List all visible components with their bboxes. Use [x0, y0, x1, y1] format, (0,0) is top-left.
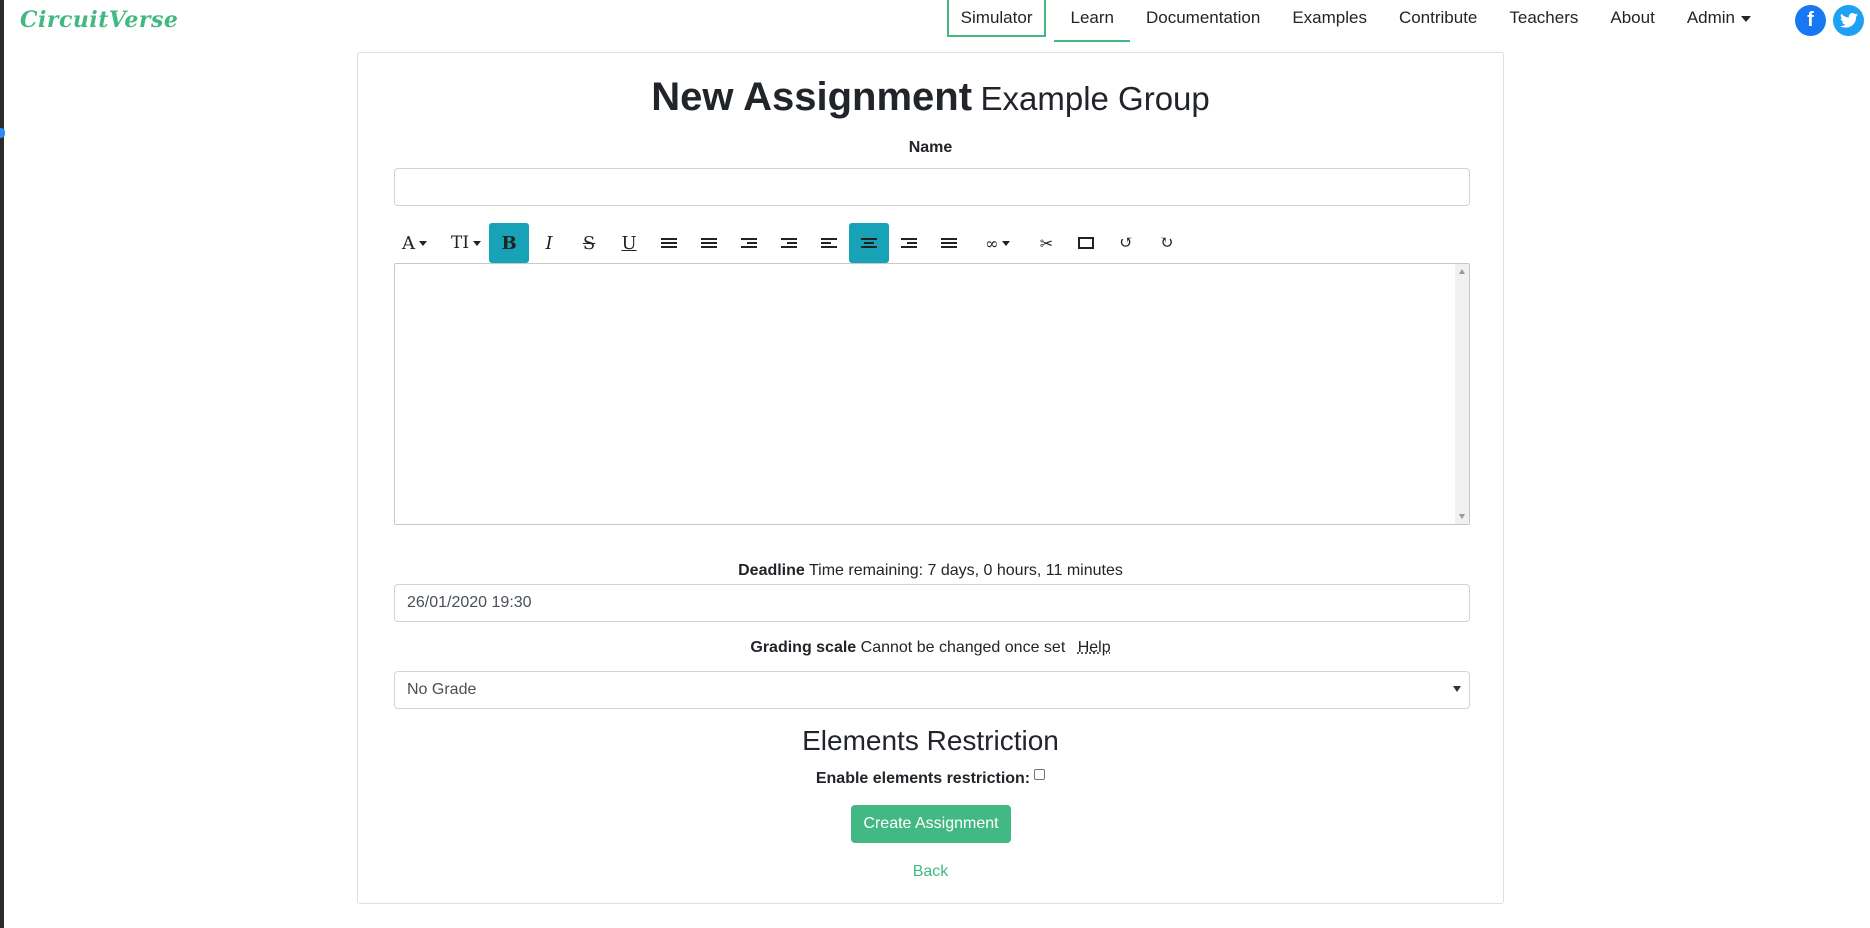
window-edge	[0, 0, 4, 928]
chevron-down-icon	[1002, 240, 1011, 246]
name-label-text: Name	[908, 139, 953, 156]
align-center-icon	[861, 236, 878, 250]
nav-documentation[interactable]: Documentation	[1130, 0, 1276, 42]
create-assignment-button[interactable]: Create Assignment	[851, 805, 1011, 843]
restriction-heading: Elements Restriction	[802, 725, 1059, 756]
text-height-icon: TI	[451, 233, 470, 253]
nav-menu: Simulator Learn Documentation Examples C…	[946, 0, 1767, 44]
restriction-row: Enable elements restriction:	[358, 769, 1503, 788]
align-right-button[interactable]	[889, 223, 929, 263]
align-left-icon	[821, 236, 838, 250]
font-icon: A	[402, 232, 415, 254]
nav-admin-label: Admin	[1686, 8, 1735, 27]
circuitverse-logo[interactable]: CircuitVerse	[20, 7, 178, 33]
underline-button[interactable]: U	[609, 223, 649, 263]
grading-selected-value: No Grade	[407, 681, 477, 698]
page-title-group: Example Group	[980, 80, 1210, 117]
unordered-list-button[interactable]	[649, 223, 689, 263]
nav-admin-dropdown[interactable]: Admin	[1671, 0, 1767, 42]
chevron-down-icon	[419, 240, 427, 246]
deadline-remaining: Time remaining: 7 days, 0 hours, 11 minu…	[808, 562, 1123, 579]
italic-icon: I	[545, 232, 553, 254]
editor-scrollbar[interactable]	[1455, 264, 1469, 524]
link-button[interactable]: ∞	[977, 223, 1018, 263]
outdent-button[interactable]	[729, 223, 769, 263]
back-link[interactable]: Back	[358, 863, 1503, 881]
indent-button[interactable]	[769, 223, 809, 263]
align-left-button[interactable]	[809, 223, 849, 263]
justify-button[interactable]	[929, 223, 969, 263]
chevron-down-icon	[473, 240, 482, 246]
list-ol-icon	[701, 236, 718, 250]
scroll-down-icon[interactable]	[1459, 514, 1465, 519]
redo-button[interactable]: ↻	[1146, 223, 1186, 263]
font-size-button[interactable]: TI	[443, 223, 489, 263]
align-right-icon	[901, 236, 918, 250]
image-button[interactable]	[1066, 223, 1106, 263]
chevron-down-icon	[1741, 15, 1751, 22]
image-icon	[1078, 237, 1095, 249]
facebook-icon[interactable]: f	[1795, 5, 1826, 36]
deadline-input[interactable]: 26/01/2020 19:30	[394, 584, 1470, 622]
bold-icon: B	[501, 232, 517, 254]
scissors-icon: ✂	[1039, 233, 1054, 253]
strikethrough-icon: S	[582, 232, 596, 254]
restriction-label: Enable elements restriction:	[815, 770, 1031, 787]
unlink-button[interactable]: ✂	[1026, 223, 1066, 263]
indent-icon	[781, 236, 798, 250]
bold-button[interactable]: B	[489, 223, 530, 263]
grading-note: Cannot be changed once set	[860, 639, 1066, 656]
nav-about[interactable]: About	[1594, 0, 1670, 42]
scroll-up-icon[interactable]	[1459, 269, 1465, 274]
page-title: New Assignment Example Group	[358, 75, 1503, 120]
twitter-icon[interactable]	[1833, 5, 1864, 36]
align-center-button[interactable]	[849, 223, 890, 263]
social-links: f	[1795, 5, 1864, 36]
name-label: Name	[358, 139, 1503, 157]
top-navbar: CircuitVerse Simulator Learn Documentati…	[0, 0, 1870, 44]
restriction-checkbox[interactable]	[1034, 769, 1046, 780]
link-icon: ∞	[985, 233, 999, 253]
chevron-down-icon	[1453, 686, 1461, 692]
nav-teachers[interactable]: Teachers	[1493, 0, 1594, 42]
nav-simulator[interactable]: Simulator	[946, 0, 1047, 37]
undo-button[interactable]: ↺	[1106, 223, 1146, 263]
list-ul-icon	[661, 236, 678, 250]
edge-indicator	[0, 128, 5, 138]
page-title-main: New Assignment	[651, 75, 973, 119]
undo-icon: ↺	[1119, 233, 1134, 253]
align-justify-icon	[941, 236, 958, 250]
ordered-list-button[interactable]	[689, 223, 729, 263]
grading-help-link[interactable]: Help	[1078, 639, 1111, 656]
name-input[interactable]	[394, 168, 1470, 206]
editor-toolbar: A TI B I S U ∞ ✂ ↺ ↻	[394, 223, 1186, 263]
deadline-label-text: Deadline	[738, 562, 805, 579]
nav-contribute[interactable]: Contribute	[1383, 0, 1493, 42]
deadline-label: Deadline Time remaining: 7 days, 0 hours…	[358, 562, 1503, 580]
strikethrough-button[interactable]: S	[569, 223, 609, 263]
outdent-icon	[741, 236, 758, 250]
nav-examples[interactable]: Examples	[1276, 0, 1383, 42]
description-editor[interactable]	[394, 263, 1470, 525]
grading-label-text: Grading scale	[750, 639, 857, 656]
assignment-card: New Assignment Example Group Name A TI B…	[357, 52, 1504, 904]
redo-icon: ↻	[1159, 233, 1174, 253]
font-color-button[interactable]: A	[394, 223, 435, 263]
underline-icon: U	[621, 232, 637, 254]
grading-label: Grading scale Cannot be changed once set…	[358, 639, 1503, 657]
nav-learn[interactable]: Learn	[1054, 0, 1130, 42]
grading-select[interactable]: No Grade	[394, 671, 1470, 709]
italic-button[interactable]: I	[529, 223, 569, 263]
